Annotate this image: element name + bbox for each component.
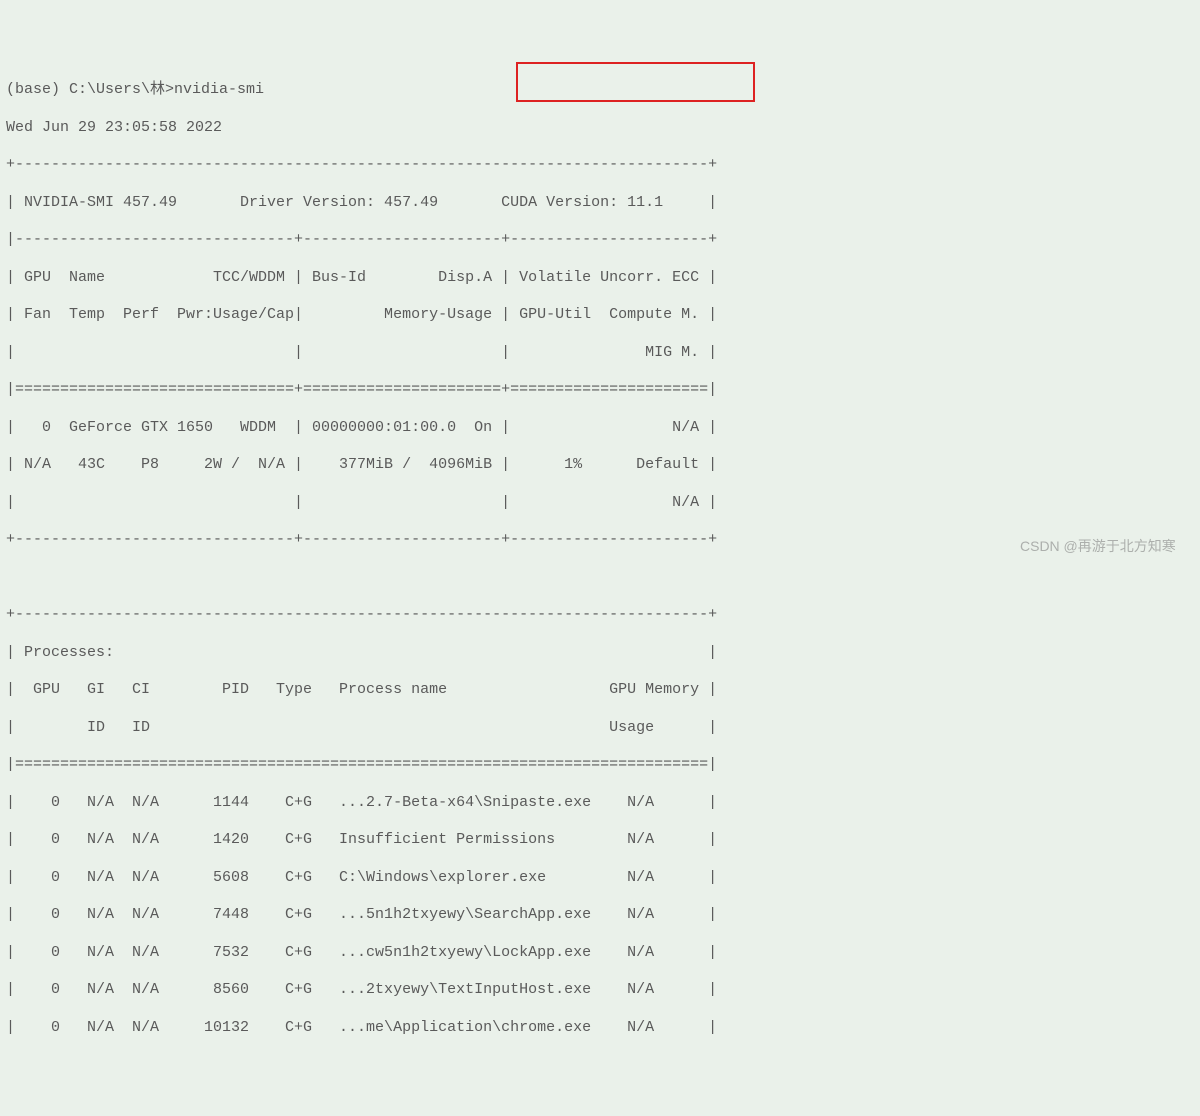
eq-separator: |===============================+=======… xyxy=(6,381,717,398)
gpu-row-2: | N/A 43C P8 2W / N/A | 377MiB / 4096MiB… xyxy=(6,456,717,473)
nvidia-smi-header: | NVIDIA-SMI 457.49 Driver Version: 457.… xyxy=(6,194,717,211)
timestamp-line: Wed Jun 29 23:05:58 2022 xyxy=(6,119,222,136)
process-row: | 0 N/A N/A 10132 C+G ...me\Application\… xyxy=(6,1019,717,1036)
separator-1: |-------------------------------+-------… xyxy=(6,231,717,248)
column-header-3: | | | MIG M. | xyxy=(6,344,717,361)
column-header-2: | Fan Temp Perf Pwr:Usage/Cap| Memory-Us… xyxy=(6,306,717,323)
csdn-watermark: CSDN @再游于北方知寒 xyxy=(1020,538,1176,556)
process-row: | 0 N/A N/A 8560 C+G ...2txyewy\TextInpu… xyxy=(6,981,717,998)
processes-cols-1: | GPU GI CI PID Type Process name GPU Me… xyxy=(6,681,717,698)
prompt-line: (base) C:\Users\林>nvidia-smi xyxy=(6,81,264,98)
blank-line xyxy=(6,569,717,586)
process-row: | 0 N/A N/A 7532 C+G ...cw5n1h2txyewy\Lo… xyxy=(6,944,717,961)
processes-eq-sep: |=======================================… xyxy=(6,756,717,773)
process-row: | 0 N/A N/A 1420 C+G Insufficient Permis… xyxy=(6,831,717,848)
process-row: | 0 N/A N/A 5608 C+G C:\Windows\explorer… xyxy=(6,869,717,886)
processes-border-top: +---------------------------------------… xyxy=(6,606,717,623)
processes-cols-2: | ID ID Usage | xyxy=(6,719,717,736)
processes-header: | Processes: | xyxy=(6,644,717,661)
process-row: | 0 N/A N/A 1144 C+G ...2.7-Beta-x64\Sni… xyxy=(6,794,717,811)
process-row: | 0 N/A N/A 7448 C+G ...5n1h2txyewy\Sear… xyxy=(6,906,717,923)
gpu-row-1: | 0 GeForce GTX 1650 WDDM | 00000000:01:… xyxy=(6,419,717,436)
cuda-version-highlight-box xyxy=(516,62,755,102)
table-border-bottom: +-------------------------------+-------… xyxy=(6,531,717,548)
gpu-row-3: | | | N/A | xyxy=(6,494,717,511)
table-border-top: +---------------------------------------… xyxy=(6,156,717,173)
column-header-1: | GPU Name TCC/WDDM | Bus-Id Disp.A | Vo… xyxy=(6,269,717,286)
